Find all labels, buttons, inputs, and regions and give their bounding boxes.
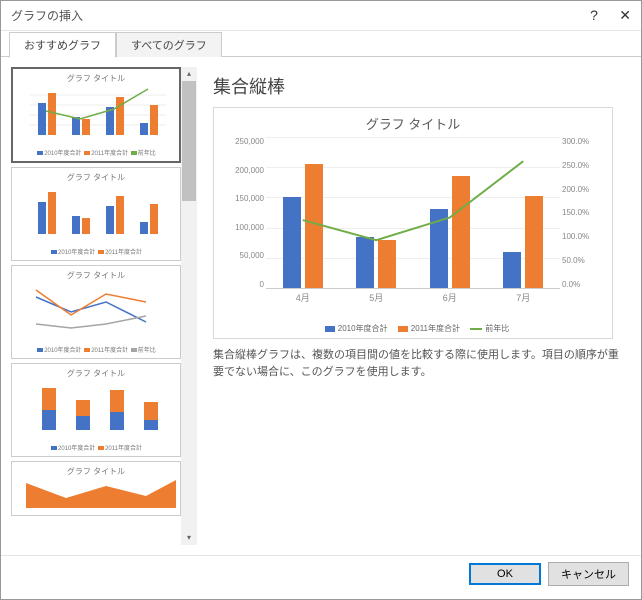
chart-thumb-4[interactable]: グラフ タイトル 2010年度合計 2011年度合計 [11,363,181,457]
cancel-button[interactable]: キャンセル [548,562,629,586]
tab-recommended[interactable]: おすすめグラフ [9,32,116,58]
thumb-chart-icon [14,478,178,508]
close-icon[interactable]: ✕ [619,7,631,23]
chart-description: 集合縦棒グラフは、複数の項目間の値を比較する際に使用します。項目の順序が重要でな… [213,347,621,380]
chart-thumb-3[interactable]: グラフ タイトル 2010年度合計 2011年度合計 前年比 [11,265,181,359]
thumb-chart-icon [15,85,177,145]
tab-strip: おすすめグラフ すべてのグラフ [1,31,641,57]
thumb-chart-icon [14,380,178,440]
chart-thumbnails: グラフ タイトル 2010年度合計 2011年度合計 前年比 [11,67,181,545]
chart-thumb-2[interactable]: グラフ タイトル 2010年度合計 2011年度合計 [11,167,181,261]
chart-title: グラフ タイトル [220,114,606,133]
ok-button[interactable]: OK [470,564,540,584]
titlebar: グラフの挿入 ? ✕ [1,1,641,31]
scroll-down-icon[interactable]: ▾ [181,531,197,545]
x-axis: 4月 5月 6月 7月 [266,291,560,304]
y-axis-left: 250,000 200,000 150,000 100,000 50,000 0 [220,137,264,289]
y-axis-right: 300.0% 250.0% 200.0% 150.0% 100.0% 50.0%… [562,137,606,289]
chart-legend: 2010年度合計 2011年度合計 前年比 [220,323,606,334]
thumb-chart-icon [14,282,178,342]
help-icon[interactable]: ? [590,7,598,23]
chart-preview: グラフ タイトル 250,000 200,000 150,000 100,000… [213,107,613,339]
dialog-footer: OK キャンセル [1,555,641,591]
thumb-chart-icon [14,184,178,244]
scroll-up-icon[interactable]: ▴ [181,67,197,81]
scrollbar-thumb[interactable] [182,81,196,201]
dialog-title: グラフの挿入 [11,1,83,31]
chart-type-heading: 集合縦棒 [213,73,621,99]
chart-thumb-1[interactable]: グラフ タイトル 2010年度合計 2011年度合計 前年比 [11,67,181,163]
chart-thumb-5[interactable]: グラフ タイトル [11,461,181,516]
tab-all[interactable]: すべてのグラフ [116,32,222,57]
scrollbar[interactable]: ▴ ▾ [181,67,197,545]
